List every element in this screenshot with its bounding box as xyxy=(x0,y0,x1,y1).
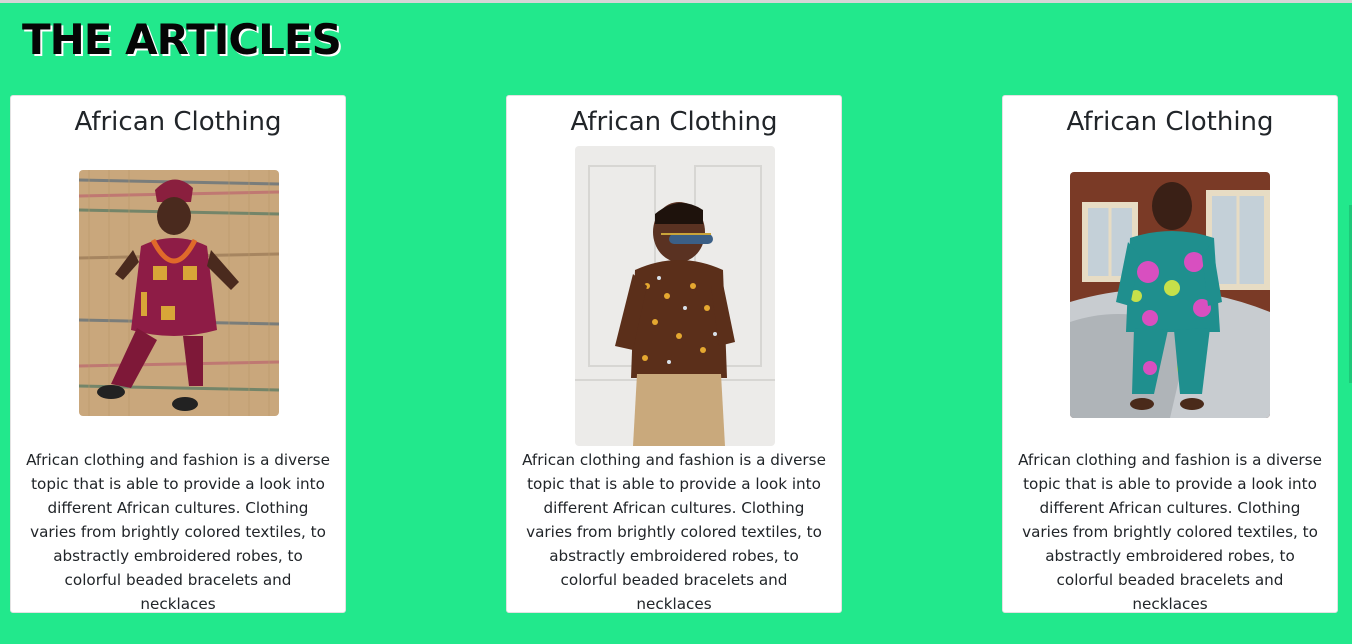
article-image xyxy=(79,170,279,416)
boy-print-shirt-photo xyxy=(575,146,775,446)
article-image xyxy=(575,146,775,446)
boy-maroon-outfit-photo xyxy=(79,170,279,416)
article-card: African Clothing African clothing and fa… xyxy=(10,95,346,613)
card-title: African Clothing xyxy=(74,107,282,137)
boy-teal-floral-outfit-photo xyxy=(1070,172,1270,418)
card-title: African Clothing xyxy=(570,107,778,137)
card-description: African clothing and fashion is a divers… xyxy=(26,451,330,613)
page-title: THE ARTICLES xyxy=(22,15,342,64)
article-card: African Clothing African clothing and fa… xyxy=(506,95,842,613)
card-description: African clothing and fashion is a divers… xyxy=(522,451,826,613)
article-image xyxy=(1070,172,1270,418)
card-title: African Clothing xyxy=(1066,107,1274,137)
article-card: African Clothing African clothing and fa… xyxy=(1002,95,1338,613)
browser-top-border xyxy=(0,0,1352,3)
card-description: African clothing and fashion is a divers… xyxy=(1018,451,1322,613)
